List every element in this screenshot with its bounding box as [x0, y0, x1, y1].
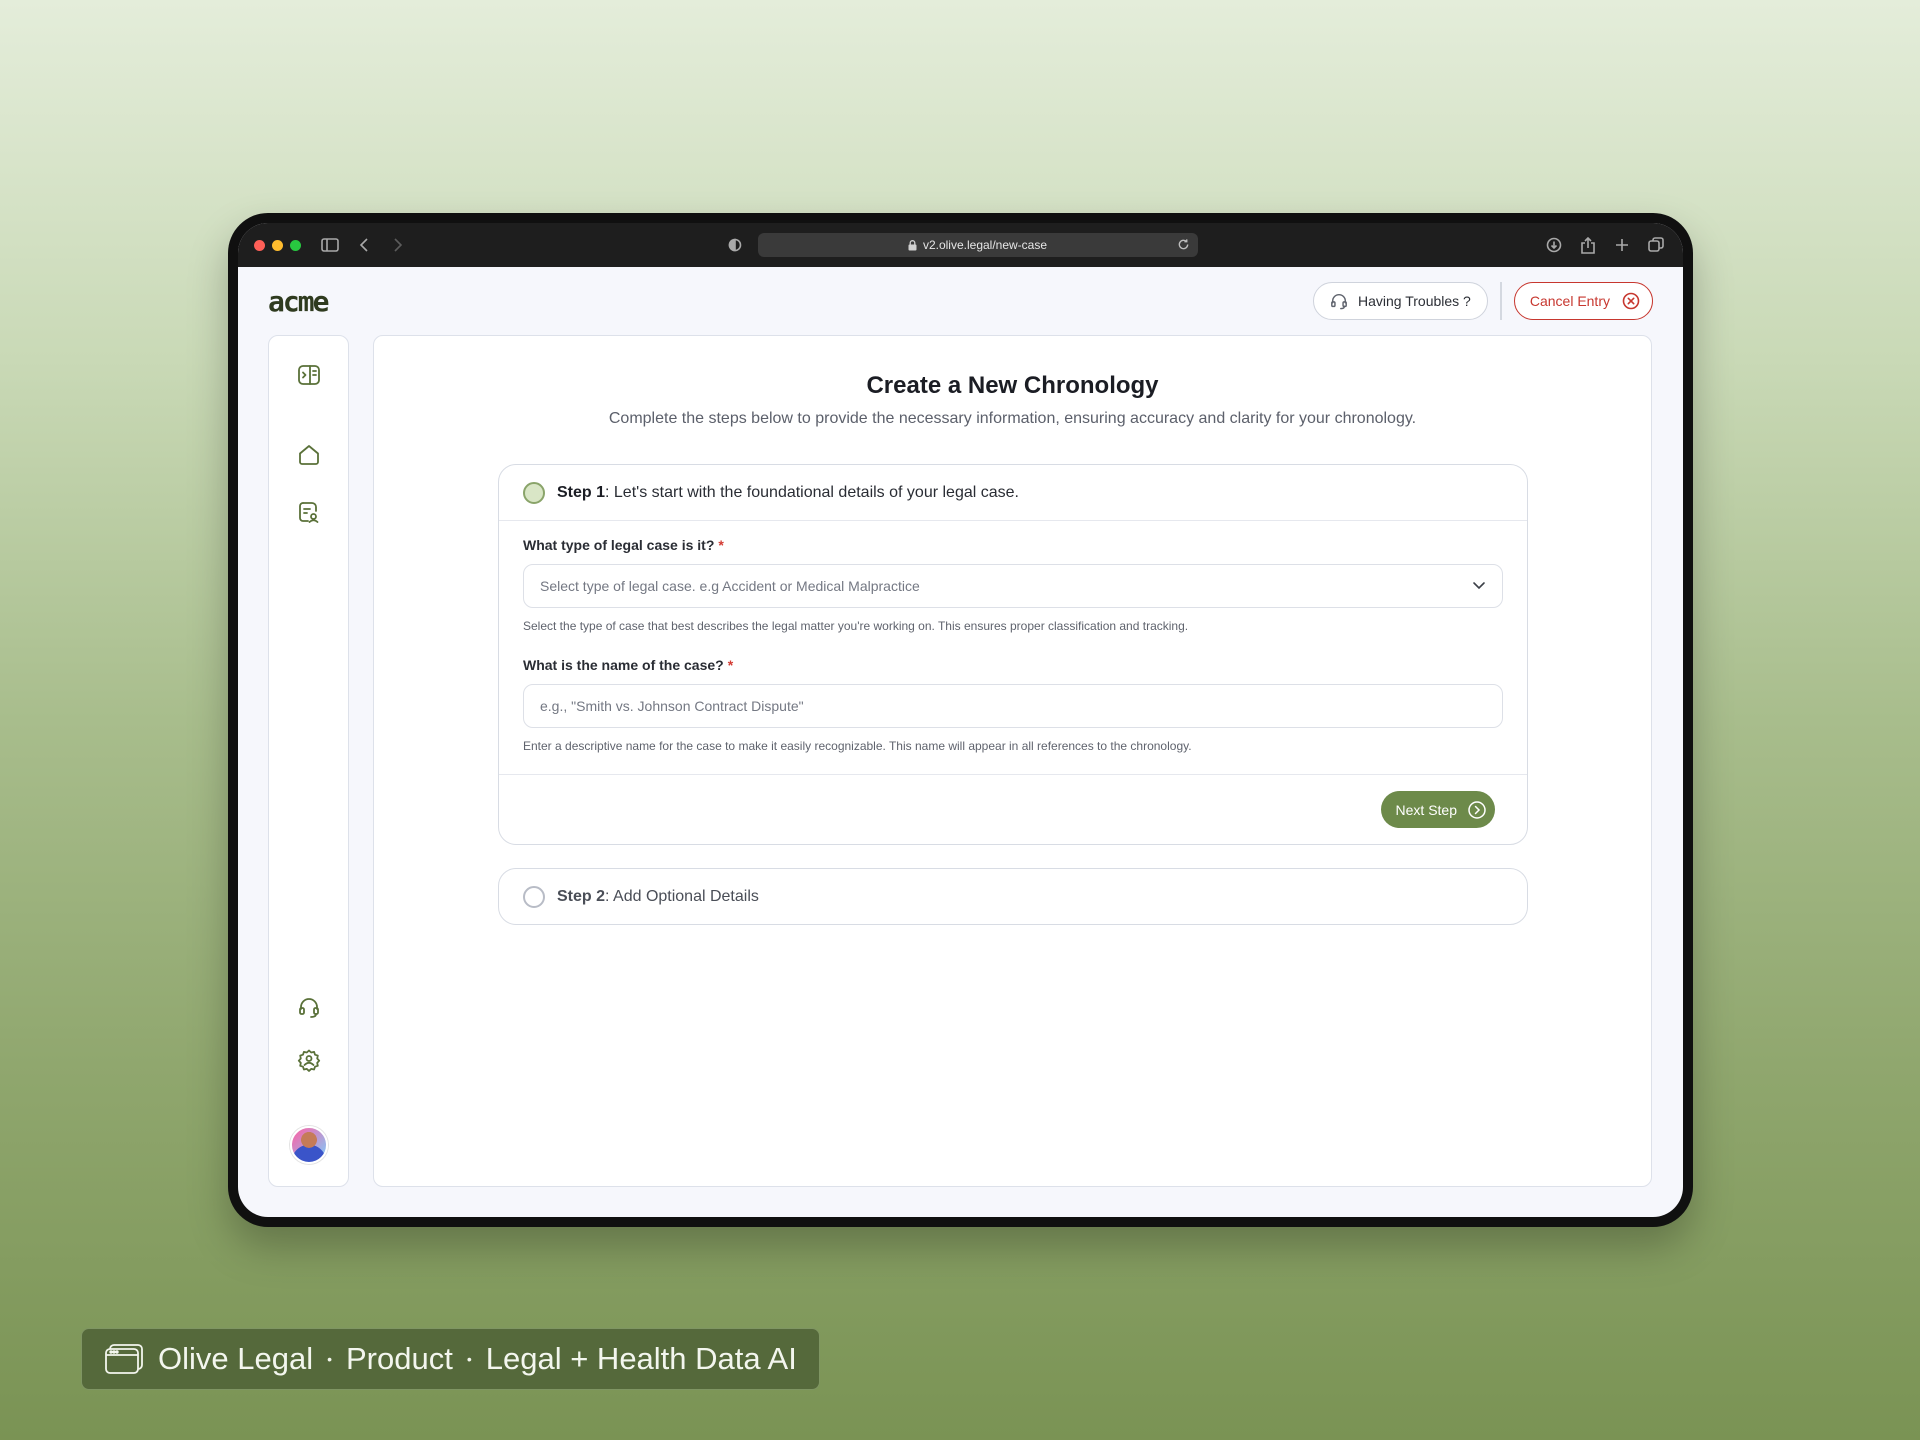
next-step-button[interactable]: Next Step — [1380, 791, 1495, 828]
privacy-shield-icon[interactable] — [724, 234, 746, 256]
step-2-text: : Add Optional Details — [605, 887, 759, 905]
close-window-button[interactable] — [254, 239, 265, 251]
step-1-body: What type of legal case is it? * Select t… — [499, 521, 1527, 753]
cancel-entry-button[interactable]: Cancel Entry — [1513, 282, 1653, 320]
page-title: Create a New Chronology — [866, 372, 1159, 399]
header-divider — [1499, 282, 1502, 320]
browser-actions — [1543, 234, 1667, 256]
headset-icon — [1331, 293, 1347, 310]
step-1-card: Step 1: Let's start with the foundationa… — [498, 464, 1528, 845]
caption-pill: Olive Legal • Product • Legal + Health D… — [81, 1328, 820, 1390]
step-1-prefix: Step 1 — [557, 483, 606, 501]
caption-separator: • — [466, 1351, 472, 1367]
case-name-label: What is the name of the case? * — [523, 657, 1503, 673]
step-1-status-radio — [523, 481, 545, 504]
url-text: v2.olive.legal/new-case — [922, 238, 1048, 252]
download-icon[interactable] — [1543, 234, 1565, 256]
documents-icon[interactable] — [295, 498, 323, 526]
page-subtitle: Complete the steps below to provide the … — [608, 410, 1417, 427]
step-1-header[interactable]: Step 1: Let's start with the foundationa… — [499, 465, 1527, 521]
step-1-footer: Next Step — [499, 774, 1527, 844]
main-content: Create a New Chronology Complete the ste… — [373, 335, 1652, 1187]
having-troubles-button[interactable]: Having Troubles ? — [1313, 282, 1488, 320]
screen: v2.olive.legal/new-case acme Having Trou… — [238, 223, 1683, 1217]
device-frame: v2.olive.legal/new-case acme Having Trou… — [228, 213, 1693, 1227]
case-type-placeholder: Select type of legal case. e.g Accident … — [540, 578, 920, 594]
case-type-select[interactable]: Select type of legal case. e.g Accident … — [523, 564, 1503, 608]
window-controls — [254, 239, 301, 251]
support-icon[interactable] — [295, 993, 323, 1021]
caption-category: Product — [346, 1341, 453, 1376]
sidebar — [268, 335, 349, 1187]
case-name-help: Enter a descriptive name for the case to… — [523, 739, 1192, 753]
header-actions: Having Troubles ? Cancel Entry — [1313, 282, 1653, 320]
required-marker: * — [727, 657, 734, 673]
step-2-title: Step 2: Add Optional Details — [557, 888, 759, 906]
address-area: v2.olive.legal/new-case — [724, 233, 1198, 257]
panel-toggle-icon[interactable] — [295, 361, 323, 389]
lock-icon — [908, 239, 917, 250]
having-troubles-label: Having Troubles ? — [1358, 293, 1471, 309]
home-icon[interactable] — [295, 441, 323, 469]
case-type-label-text: What type of legal case is it? — [523, 537, 715, 553]
acme-logo[interactable]: acme — [268, 285, 329, 318]
app-header: acme Having Troubles ? Cancel Entry — [238, 267, 1683, 335]
url-bar[interactable]: v2.olive.legal/new-case — [757, 233, 1198, 257]
next-step-label: Next Step — [1395, 801, 1457, 818]
reload-icon[interactable] — [1177, 238, 1190, 251]
close-circle-icon — [1622, 292, 1640, 310]
zoom-window-button[interactable] — [290, 239, 301, 251]
step-1-title: Step 1: Let's start with the foundationa… — [557, 484, 1019, 502]
new-tab-icon[interactable] — [1611, 234, 1633, 256]
case-type-help: Select the type of case that best descri… — [523, 619, 1189, 633]
tab-overview-icon[interactable] — [1645, 234, 1667, 256]
case-name-placeholder: e.g., "Smith vs. Johnson Contract Disput… — [540, 698, 804, 714]
caption-tagline: Legal + Health Data AI — [485, 1341, 797, 1376]
required-marker: * — [718, 537, 724, 553]
browser-window-icon — [105, 1344, 143, 1374]
step-2-prefix: Step 2 — [557, 887, 606, 905]
back-icon[interactable] — [353, 234, 375, 256]
browser-toolbar: v2.olive.legal/new-case — [238, 223, 1683, 267]
step-1-text: : Let's start with the foundational deta… — [605, 483, 1019, 501]
chevron-down-icon — [1473, 582, 1485, 590]
step-2-card[interactable]: Step 2: Add Optional Details — [498, 868, 1528, 925]
settings-icon[interactable] — [295, 1046, 323, 1074]
case-name-input[interactable]: e.g., "Smith vs. Johnson Contract Disput… — [523, 684, 1503, 728]
share-icon[interactable] — [1577, 234, 1599, 256]
arrow-right-circle-icon — [1468, 800, 1486, 819]
minimize-window-button[interactable] — [272, 239, 283, 251]
caption-separator: • — [327, 1351, 332, 1367]
case-type-label: What type of legal case is it? * — [523, 537, 1503, 553]
step-2-status-radio — [523, 885, 545, 908]
forward-icon[interactable] — [387, 234, 409, 256]
cancel-entry-label: Cancel Entry — [1529, 293, 1610, 309]
sidebar-toggle-icon[interactable] — [319, 234, 341, 256]
caption-company: Olive Legal — [158, 1341, 314, 1376]
case-name-label-text: What is the name of the case? — [523, 657, 724, 673]
avatar[interactable] — [289, 1126, 328, 1164]
